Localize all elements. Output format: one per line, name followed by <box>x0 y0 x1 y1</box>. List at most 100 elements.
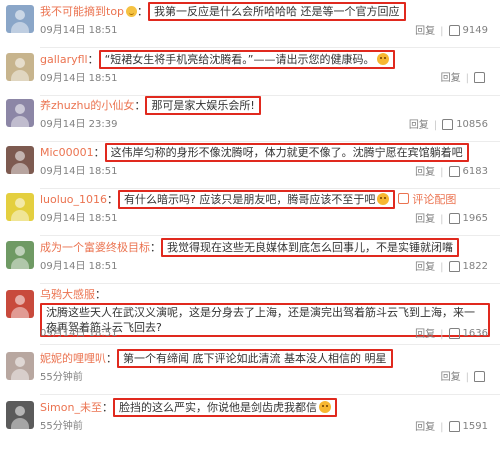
comment-actions: 回复 | <box>441 71 488 87</box>
username-link[interactable]: 乌鸦大感服 <box>40 288 95 301</box>
reply-button[interactable]: 回复 <box>415 166 435 180</box>
username-link[interactable]: 妮妮的哩哩叭 <box>40 352 106 365</box>
comment-actions: 回复 | 6183 <box>415 165 488 181</box>
user-avatar[interactable] <box>6 193 34 221</box>
thumbs-up-icon <box>474 71 485 83</box>
reply-button[interactable]: 回复 <box>415 261 435 275</box>
username-link[interactable]: Simon_未至 <box>40 401 102 414</box>
comment-text: 这伟岸匀称的身形不像沈腾呀，体力就更不像了。沈腾宁愿在宾馆躺着吧 <box>110 146 463 159</box>
avatar-body-shape <box>11 258 29 269</box>
action-separator: | <box>433 119 438 131</box>
comment-item: 成为一个富婆终极目标： 我觉得现在这些无良媒体到底怎么回事儿，不是实锤就闭嘴 09月… <box>0 238 500 284</box>
user-avatar[interactable] <box>6 241 34 269</box>
thumbs-up-icon <box>442 118 454 130</box>
user-avatar[interactable] <box>6 146 34 174</box>
thumbs-up-icon <box>448 327 460 339</box>
comment-actions: 回复 | 1965 <box>415 212 488 228</box>
like-button[interactable]: 6183 <box>448 165 488 180</box>
comment-time: 09月14日 18:51 <box>40 25 118 36</box>
comment-line: gallaryfll： “短裙女生将手机亮给沈腾看。”——请出示您的健康码。 <box>40 50 495 69</box>
comment-item: gallaryfll： “短裙女生将手机亮给沈腾看。”——请出示您的健康码。 09月… <box>0 50 500 96</box>
comment-highlight-box: 这伟岸匀称的身形不像沈腾呀，体力就更不像了。沈腾宁愿在宾馆躺着吧 <box>104 143 469 162</box>
avatar-head-shape <box>15 198 25 208</box>
comment-line: 成为一个富婆终极目标： 我觉得现在这些无良媒体到底怎么回事儿，不是实锤就闭嘴 <box>40 238 495 257</box>
comment-time: 09月14日 18:51 <box>40 73 118 84</box>
like-button[interactable]: 1636 <box>448 327 488 342</box>
comment-highlight-box: 那可是家大娱乐会所! <box>145 96 261 115</box>
user-badge-icon <box>126 6 138 17</box>
username-link[interactable]: 成为一个富婆终极目标 <box>40 241 150 254</box>
thumbs-up-icon <box>448 260 460 272</box>
user-avatar[interactable] <box>6 5 34 33</box>
like-button[interactable] <box>474 370 488 385</box>
comment-time: 55分钟前 <box>40 372 83 383</box>
comment-time: 09月14日 23:39 <box>40 119 118 130</box>
comment-text: 那可是家大娱乐会所! <box>151 99 255 112</box>
emoji-icon <box>377 193 390 205</box>
like-count: 10856 <box>456 119 488 130</box>
avatar-body-shape <box>11 418 29 429</box>
avatar-head-shape <box>15 104 25 114</box>
username-link[interactable]: 我不可能摘到top <box>40 5 124 18</box>
reply-button[interactable]: 回复 <box>415 213 435 227</box>
comment-item: Mic00001： 这伟岸匀称的身形不像沈腾呀，体力就更不像了。沈腾宁愿在宾馆躺着… <box>0 143 500 189</box>
reply-button[interactable]: 回复 <box>415 328 435 342</box>
avatar-body-shape <box>11 307 29 318</box>
row-divider <box>40 235 500 236</box>
comment-list: 我不可能摘到top ： 我第一反应是什么会所哈哈哈 还是等一个官方回应 09月14日 … <box>0 0 500 455</box>
user-avatar[interactable] <box>6 401 34 429</box>
like-button[interactable]: 1591 <box>448 420 488 435</box>
like-button[interactable]: 1965 <box>448 212 488 227</box>
username-link[interactable]: 养zhuzhu的小仙女 <box>40 99 134 112</box>
like-count: 1965 <box>462 213 488 224</box>
action-separator: | <box>465 372 469 383</box>
reply-button[interactable]: 回复 <box>409 119 429 133</box>
reply-button[interactable]: 回复 <box>415 25 435 39</box>
like-button[interactable] <box>474 71 488 86</box>
like-count: 9149 <box>462 25 488 36</box>
row-divider <box>40 141 500 142</box>
comment-time: 09月14日 18:51 <box>40 261 118 272</box>
action-separator: | <box>440 261 444 273</box>
username-link[interactable]: luoluo_1016 <box>40 193 107 206</box>
action-separator: | <box>465 73 469 84</box>
like-button[interactable]: 10856 <box>442 118 488 133</box>
action-separator: | <box>440 166 444 178</box>
comment-text: 脸挡的这么严实，你说他是剑齿虎我都信 <box>118 401 317 414</box>
colon: ： <box>106 352 117 365</box>
comment-time: 09月14日 18:51 <box>40 213 118 224</box>
row-divider <box>40 188 500 189</box>
user-avatar[interactable] <box>6 53 34 81</box>
reply-button[interactable]: 回复 <box>441 371 461 385</box>
avatar-body-shape <box>11 369 29 380</box>
comment-image-link[interactable]: 评论配图 <box>412 193 456 206</box>
avatar-body-shape <box>11 70 29 81</box>
user-avatar[interactable] <box>6 352 34 380</box>
comment-highlight-box: “短裙女生将手机亮给沈腾看。”——请出示您的健康码。 <box>98 50 395 69</box>
like-button[interactable]: 1822 <box>448 260 488 275</box>
comment-time: 09月14日 18:51 <box>40 328 118 339</box>
colon: ： <box>137 5 149 18</box>
comment-time: 09月14日 18:51 <box>40 166 118 177</box>
username-link[interactable]: Mic00001 <box>40 146 94 159</box>
colon: ： <box>107 193 119 206</box>
like-count: 6183 <box>462 166 488 177</box>
reply-button[interactable]: 回复 <box>441 72 461 86</box>
like-button[interactable]: 9149 <box>448 24 488 39</box>
colon: ： <box>87 53 99 66</box>
comment-highlight-box: 有什么暗示吗? 应该只是朋友吧，腾哥应该不至于吧 <box>118 190 396 209</box>
comment-item: 养zhuzhu的小仙女： 那可是家大娱乐会所! 09月14日 23:39 回复 | 108… <box>0 96 500 142</box>
user-avatar[interactable] <box>6 99 34 127</box>
avatar-head-shape <box>15 151 25 161</box>
action-separator: | <box>440 421 444 433</box>
comment-highlight-box: 我觉得现在这些无良媒体到底怎么回事儿，不是实锤就闭嘴 <box>161 238 459 257</box>
user-avatar[interactable] <box>6 290 34 318</box>
comment-actions: 回复 | 9149 <box>415 24 488 40</box>
comment-highlight-box: 第一个有缔闻 底下评论如此清流 基本没人相信的 明星 <box>117 349 393 368</box>
avatar-body-shape <box>11 163 29 174</box>
row-divider <box>40 344 500 345</box>
reply-button[interactable]: 回复 <box>415 421 435 435</box>
username-link[interactable]: gallaryfll <box>40 53 88 66</box>
thumbs-up-icon <box>474 370 485 382</box>
comment-text: 有什么暗示吗? 应该只是朋友吧，腾哥应该不至于吧 <box>124 193 376 206</box>
